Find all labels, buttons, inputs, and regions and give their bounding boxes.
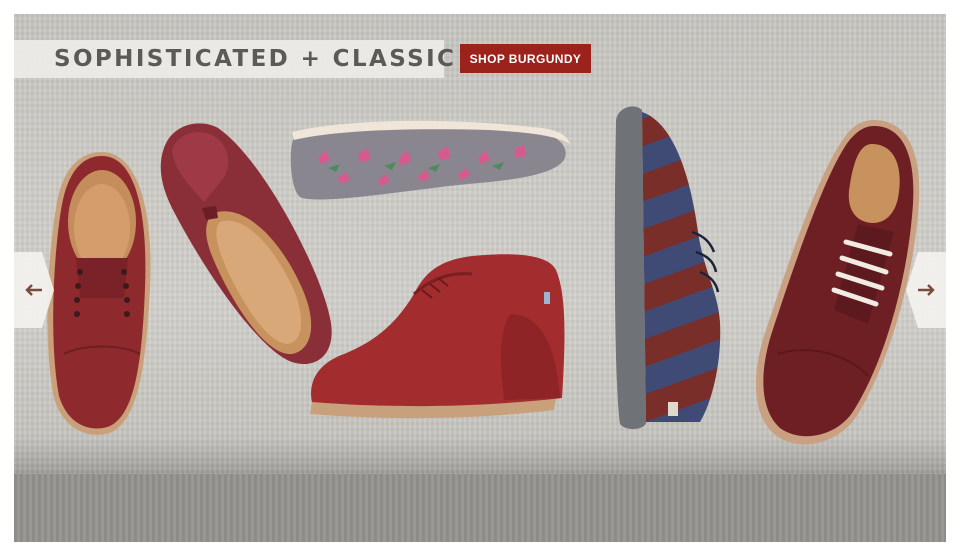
floral-slip-on-illustration xyxy=(290,120,570,200)
product-suede-oxford[interactable] xyxy=(748,114,928,450)
arrow-left-icon xyxy=(25,284,42,296)
product-wedge-bootie[interactable] xyxy=(304,244,570,424)
product-laceless-canvas-shoe[interactable] xyxy=(42,148,162,438)
arrow-right-icon xyxy=(918,284,935,296)
rug-stripe xyxy=(14,474,946,542)
product-floral-slip-on[interactable] xyxy=(288,118,570,210)
shop-burgundy-button[interactable]: SHOP BURGUNDY xyxy=(460,44,591,73)
wedge-bootie-illustration xyxy=(310,254,565,419)
laceless-canvas-shoe-illustration xyxy=(47,152,151,435)
suede-oxford-illustration xyxy=(755,120,920,445)
headline-banner: SOPHISTICATED + CLASSIC xyxy=(14,40,454,78)
hero-banner[interactable]: SOPHISTICATED + CLASSIC SHOP BURGUNDY xyxy=(14,14,946,542)
headline-text: SOPHISTICATED + CLASSIC xyxy=(54,46,457,72)
striped-sneaker-illustration xyxy=(614,106,721,430)
product-striped-sneaker[interactable] xyxy=(612,102,728,432)
